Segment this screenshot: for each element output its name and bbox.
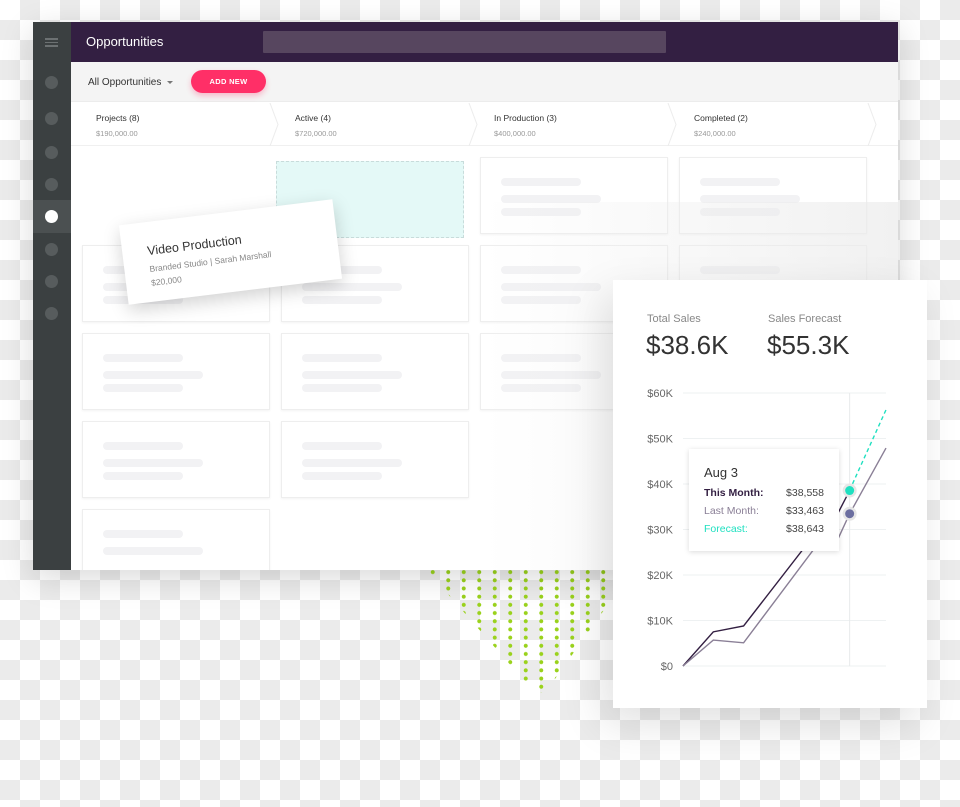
nav-item-3[interactable] (45, 146, 58, 159)
tooltip-value: $38,643 (786, 523, 824, 535)
y-tick-label: $40K (647, 479, 673, 491)
stage-projects[interactable]: Projects (8) $190,000.00 (71, 103, 279, 146)
series-line-forecast (849, 409, 887, 491)
stage-name: In Production (3) (494, 113, 557, 123)
stage-name: Completed (2) (694, 113, 748, 123)
y-tick-label: $10K (647, 616, 673, 628)
y-tick-label: $60K (647, 388, 673, 400)
stage-name: Projects (8) (96, 113, 140, 123)
y-tick-label: $20K (647, 570, 673, 582)
add-new-button[interactable]: ADD NEW (191, 70, 266, 93)
nav-item-2[interactable] (45, 112, 58, 125)
tooltip-row-last-month: Last Month: $33,463 (704, 505, 824, 517)
sidebar (33, 22, 71, 570)
decorative-dot-pattern (425, 568, 625, 693)
tooltip-row-this-month: This Month: $38,558 (704, 487, 824, 499)
placeholder-card[interactable] (82, 333, 270, 410)
stage-in-production[interactable]: In Production (3) $400,000.00 (469, 103, 677, 146)
hamburger-menu-icon[interactable] (45, 38, 58, 47)
chevron-down-icon (167, 81, 174, 84)
tooltip-row-forecast: Forecast: $38,643 (704, 523, 824, 535)
filter-dropdown[interactable]: All Opportunities (88, 77, 174, 88)
nav-item-8[interactable] (45, 307, 58, 320)
placeholder-card[interactable] (281, 421, 469, 498)
tooltip-date: Aug 3 (704, 465, 738, 480)
nav-item-1[interactable] (45, 76, 58, 89)
nav-item-7[interactable] (45, 275, 58, 288)
sales-chart-card: Total Sales $38.6K Sales Forecast $55.3K… (613, 280, 927, 708)
filter-label: All Opportunities (88, 77, 162, 88)
placeholder-card[interactable] (82, 509, 270, 570)
stage-amount: $400,000.00 (494, 129, 536, 138)
card-amount: $20,000 (150, 274, 183, 288)
stage-completed[interactable]: Completed (2) $240,000.00 (669, 103, 877, 146)
chart-tooltip: Aug 3 This Month: $38,558 Last Month: $3… (689, 449, 839, 551)
tooltip-label: Forecast: (704, 523, 748, 535)
y-tick-label: $30K (647, 525, 673, 537)
y-tick-label: $50K (647, 434, 673, 446)
stage-amount: $190,000.00 (96, 129, 138, 138)
nav-item-4[interactable] (45, 178, 58, 191)
stage-active[interactable]: Active (4) $720,000.00 (270, 103, 478, 146)
placeholder-card[interactable] (82, 421, 270, 498)
y-tick-label: $0 (661, 661, 673, 673)
point-this-month (845, 486, 855, 496)
nav-item-6[interactable] (45, 243, 58, 256)
pipeline-stages: Projects (8) $190,000.00 Active (4) $720… (71, 103, 898, 146)
tooltip-label: Last Month: (704, 505, 759, 517)
nav-item-5-active[interactable] (45, 210, 58, 223)
top-bar: Opportunities (71, 22, 898, 62)
stage-arrow-icon (867, 103, 877, 146)
placeholder-card[interactable] (281, 333, 469, 410)
page-title: Opportunities (86, 34, 164, 49)
stage-amount: $240,000.00 (694, 129, 736, 138)
point-last-month (845, 509, 855, 519)
tooltip-value: $38,558 (786, 487, 824, 499)
stage-amount: $720,000.00 (295, 129, 337, 138)
tooltip-label: This Month: (704, 487, 764, 499)
tooltip-value: $33,463 (786, 505, 824, 517)
search-input[interactable] (263, 31, 666, 53)
stage-name: Active (4) (295, 113, 331, 123)
toolbar: All Opportunities ADD NEW (71, 62, 898, 102)
